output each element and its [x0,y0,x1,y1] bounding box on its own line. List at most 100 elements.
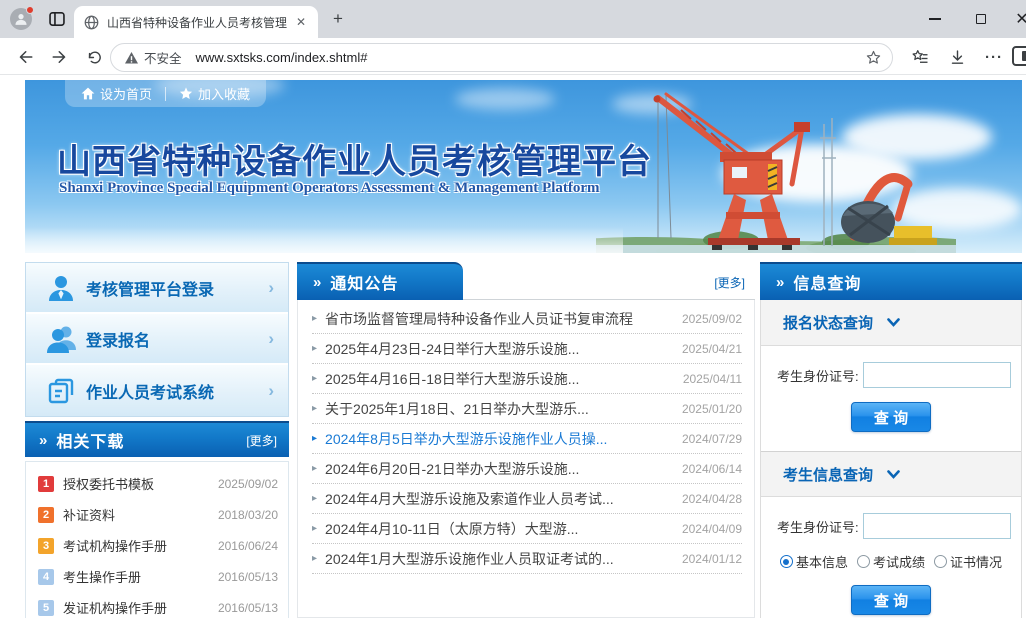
radio-exam-score[interactable]: 考试成绩 [857,552,925,571]
notices-more-link[interactable]: [更多] [714,274,755,299]
rank-badge: 1 [38,476,54,492]
cloud-decoration [455,88,555,110]
security-label[interactable]: 不安全 [144,48,182,67]
menu-item-login-register[interactable]: 登录报名 › [26,314,288,365]
bullet-icon: ▸ [312,553,317,564]
chevron-right-icon: › [268,381,274,401]
refresh-button[interactable] [81,45,107,69]
bullet-icon: ▸ [312,433,317,444]
query-panel-header: » 信息查询 [760,262,1022,300]
id-number-input[interactable] [863,362,1011,388]
chevron-right-icon: › [268,329,274,349]
browser-titlebar: 山西省特种设备作业人员考核管理 ✕ + ✕ [0,0,1026,38]
banner-quick-links: 设为首页 加入收藏 [65,80,266,107]
downloads-more-link[interactable]: [更多] [246,432,277,449]
browser-tab[interactable]: 山西省特种设备作业人员考核管理 ✕ [74,6,318,38]
notices-list: ▸ 省市场监督管理局特种设备作业人员证书复审流程 2025/09/02 ▸ 20… [297,300,755,618]
candidate-info-form: 考生身份证号: 基本信息 考试成绩 [761,513,1021,615]
browser-window: 山西省特种设备作业人员考核管理 ✕ + ✕ 不安全 www.sxtsks.com… [0,0,1026,618]
notice-item[interactable]: ▸ 2024年8月5日举办大型游乐设施作业人员操... 2024/07/29 [312,424,742,454]
bullet-icon: ▸ [312,523,317,534]
id-number-input[interactable] [863,513,1011,539]
double-arrow-icon: » [39,432,47,449]
close-button[interactable]: ✕ [1010,0,1026,38]
favorite-star-icon[interactable] [865,49,882,66]
notice-item[interactable]: ▸ 2024年4月大型游乐设施及索道作业人员考试... 2024/04/28 [312,484,742,514]
add-favorite-link[interactable]: 加入收藏 [179,84,250,103]
menu-item-platform-login[interactable]: 考核管理平台登录 › [26,263,288,314]
download-item[interactable]: 5 发证机构操作手册 2016/05/13 [26,592,288,618]
rank-badge: 3 [38,538,54,554]
back-button[interactable] [12,45,38,69]
chevron-down-icon [887,318,900,327]
notice-item[interactable]: ▸ 关于2025年1月18日、21日举办大型游乐... 2025/01/20 [312,394,742,424]
sidebar-panel-icon[interactable] [1012,46,1026,66]
bullet-icon: ▸ [312,373,317,384]
tab-close-icon[interactable]: ✕ [292,13,310,31]
menu-item-exam-system[interactable]: 作业人员考试系统 › [26,365,288,416]
more-menu-icon[interactable]: ··· [982,45,1006,69]
download-item[interactable]: 3 考试机构操作手册 2016/06/24 [26,530,288,561]
home-icon [81,87,95,100]
banner-haze [25,227,623,253]
tab-actions-icon[interactable] [48,10,66,33]
download-item[interactable]: 2 补证资料 2018/03/20 [26,499,288,530]
accordion-candidate-info[interactable]: 考生信息查询 [761,451,1021,497]
radio-icon [857,555,870,568]
not-secure-warning-icon [125,52,138,64]
notice-item[interactable]: ▸ 2024年1月大型游乐设施作业人员取证考试的... 2024/01/12 [312,544,742,574]
site-subtitle: Shanxi Province Special Equipment Operat… [59,180,600,197]
user-icon [14,12,28,26]
chevron-right-icon: › [268,278,274,298]
new-tab-button[interactable]: + [330,12,346,28]
download-item[interactable]: 1 授权委托书模板 2025/09/02 [26,468,288,499]
globe-favicon-icon [84,15,99,30]
webpage: 设为首页 加入收藏 山西省特种设备作业人员考核管理平台 Shanxi Provi… [0,75,1026,618]
bullet-icon: ▸ [312,493,317,504]
registration-status-form: 考生身份证号: 查 询 [761,362,1021,432]
tab-title: 山西省特种设备作业人员考核管理 [107,14,292,31]
address-bar[interactable]: 不安全 www.sxtsks.com/index.shtml# [110,43,893,72]
radio-icon [780,555,793,568]
downloads-panel: » 相关下载 [更多] 1 授权委托书模板 2025/09/02 2 补证资料 [25,421,289,618]
site-title: 山西省特种设备作业人员考核管理平台 [57,134,652,183]
site-banner: 设为首页 加入收藏 山西省特种设备作业人员考核管理平台 Shanxi Provi… [25,80,1022,253]
forward-button[interactable] [47,45,73,69]
id-number-label: 考生身份证号: [777,517,859,536]
url-text[interactable]: www.sxtsks.com/index.shtml# [196,50,865,65]
downloads-list: 1 授权委托书模板 2025/09/02 2 补证资料 2018/03/20 3… [25,461,289,618]
double-arrow-icon: » [313,274,321,291]
users-icon [46,324,86,354]
double-arrow-icon: » [776,274,784,291]
notice-item[interactable]: ▸ 省市场监督管理局特种设备作业人员证书复审流程 2025/09/02 [312,304,742,334]
bullet-icon: ▸ [312,313,317,324]
notice-item[interactable]: ▸ 2024年6月20日-21日举办大型游乐设施... 2024/06/14 [312,454,742,484]
chevron-down-icon [887,470,900,479]
profile-avatar[interactable] [10,8,32,30]
download-item[interactable]: 4 考生操作手册 2016/05/13 [26,561,288,592]
notice-item[interactable]: ▸ 2024年4月10-11日（太原方特）大型游... 2024/04/09 [312,514,742,544]
bullet-icon: ▸ [312,463,317,474]
downloads-icon[interactable] [945,45,969,69]
star-icon [179,87,193,100]
downloads-header: » 相关下载 [更多] [25,421,289,457]
bullet-icon: ▸ [312,343,317,354]
collections-icon[interactable] [908,45,932,69]
notice-item[interactable]: ▸ 2025年4月23日-24日举行大型游乐设施... 2025/04/21 [312,334,742,364]
query-type-radios: 基本信息 考试成绩 证书情况 [761,552,1021,571]
notices-header: » 通知公告 [更多] [297,262,755,300]
query-panel: 报名状态查询 考生身份证号: 查 询 考生信息查询 [760,300,1022,618]
accordion-registration-status[interactable]: 报名状态查询 [761,300,1021,346]
rank-badge: 5 [38,600,54,616]
query-button[interactable]: 查 询 [851,585,931,615]
set-homepage-link[interactable]: 设为首页 [81,84,152,103]
login-menu: 考核管理平台登录 › 登录报名 › 作业人员考试系统 [25,262,289,417]
maximize-button[interactable] [966,0,996,38]
radio-basic-info[interactable]: 基本信息 [780,552,848,571]
rank-badge: 4 [38,569,54,585]
minimize-button[interactable] [920,0,950,38]
notice-item[interactable]: ▸ 2025年4月16日-18日举行大型游乐设施... 2025/04/11 [312,364,742,394]
radio-certificate-status[interactable]: 证书情况 [934,552,1002,571]
exam-documents-icon [46,376,86,406]
query-button[interactable]: 查 询 [851,402,931,432]
